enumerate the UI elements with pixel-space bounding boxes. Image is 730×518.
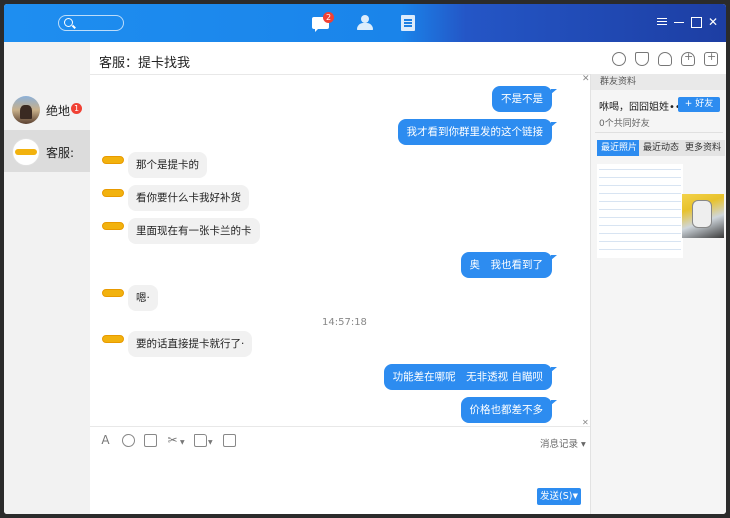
close-panel-icon[interactable]: ✕: [582, 74, 590, 84]
message-outgoing: 我才看到你群里发的这个链接: [397, 119, 557, 145]
conversation-name: 绝地: [46, 104, 71, 118]
minimize-icon[interactable]: [673, 16, 685, 28]
conversation-list: 绝地 1 客服:: [4, 42, 90, 514]
mutual-friends: 0个共同好友: [599, 119, 650, 129]
profile-icon[interactable]: [658, 52, 672, 66]
member-profile-panel: 群友资料 咻喝，囧囧姐姓•• + 好友 0个共同好友 最近照片 最近动态 更多资…: [590, 74, 726, 514]
emoji-icon[interactable]: [122, 434, 135, 447]
message-incoming: 里面现在有一张卡兰的卡: [128, 218, 260, 244]
tab-recent-photos[interactable]: 最近照片: [597, 140, 642, 156]
message-timestamp: 14:57:18: [322, 317, 367, 328]
message-incoming: 看你要什么卡我好补货: [128, 185, 249, 211]
panel-header: 群友资料: [591, 74, 726, 90]
avatar: [12, 96, 40, 124]
conversation-name: 客服:: [46, 146, 75, 160]
tab-more-info[interactable]: 更多资料: [681, 140, 726, 156]
font-icon[interactable]: A: [99, 434, 112, 447]
message-incoming: 嗯·: [128, 285, 158, 311]
divider: [90, 426, 590, 427]
divider: [595, 132, 723, 133]
chat-title: 客服：提卡找我: [99, 56, 191, 71]
apps-tab-icon[interactable]: [400, 15, 418, 31]
search-icon: [64, 18, 73, 27]
sender-avatar: [102, 289, 124, 297]
call-icon[interactable]: [612, 52, 626, 66]
photo-thumbnail[interactable]: [682, 194, 724, 238]
close-icon[interactable]: ✕: [707, 16, 719, 28]
member-name: 咻喝，囧囧姐姓••: [599, 102, 681, 113]
message-outgoing: 功能差在哪呢 无非透视 自瞄呗: [383, 364, 558, 390]
message-history-button[interactable]: 消息记录 ▾: [540, 436, 586, 450]
recent-photos[interactable]: [597, 164, 724, 258]
shield-icon[interactable]: [635, 52, 649, 66]
sender-avatar: [102, 189, 124, 197]
message-incoming: 要的话直接提卡就行了·: [128, 331, 253, 357]
message-outgoing: 奥 我也看到了: [460, 252, 557, 278]
message-incoming: 那个是提卡的: [128, 152, 207, 178]
chevron-down-icon[interactable]: ▼: [208, 439, 213, 446]
avatar: [12, 138, 40, 166]
chevron-down-icon[interactable]: ▼: [180, 439, 185, 446]
conversation-item-active[interactable]: 客服:: [4, 130, 90, 172]
chevron-down-icon[interactable]: ▼: [573, 488, 578, 505]
image-icon[interactable]: [144, 434, 157, 447]
unread-badge: 1: [71, 103, 82, 114]
add-user-icon[interactable]: [681, 50, 695, 66]
app-window: 2 ✕ 绝地 1 客服: 客服：提卡找我 不是不是 我才看到你群里发的这个链接 …: [4, 4, 726, 514]
title-bar: 2 ✕: [4, 4, 726, 42]
folder-icon[interactable]: [194, 434, 207, 447]
sender-avatar: [102, 156, 124, 164]
tab-recent-activity[interactable]: 最近动态: [639, 140, 684, 156]
screenshot-icon[interactable]: ✂: [166, 434, 179, 447]
sender-avatar: [102, 222, 124, 230]
clipboard-icon[interactable]: [223, 434, 236, 447]
contacts-tab-icon[interactable]: [356, 15, 374, 31]
add-friend-button[interactable]: + 好友: [678, 97, 720, 112]
sender-avatar: [102, 335, 124, 343]
conversation-item[interactable]: 绝地 1: [4, 88, 90, 130]
message-outgoing: 价格也都差不多: [460, 397, 557, 423]
maximize-icon[interactable]: [690, 16, 702, 28]
search-box[interactable]: [58, 15, 124, 31]
message-list[interactable]: 不是不是 我才看到你群里发的这个链接 那个是提卡的 看你要什么卡我好补货 里面现…: [90, 75, 590, 426]
menu-icon[interactable]: [656, 16, 668, 28]
more-icon[interactable]: [704, 50, 718, 66]
message-outgoing: 不是不是: [492, 86, 557, 112]
messages-unread-badge: 2: [323, 12, 334, 23]
send-button[interactable]: 发送(S) ▼: [537, 488, 581, 505]
photo-thumbnail[interactable]: [597, 164, 683, 258]
